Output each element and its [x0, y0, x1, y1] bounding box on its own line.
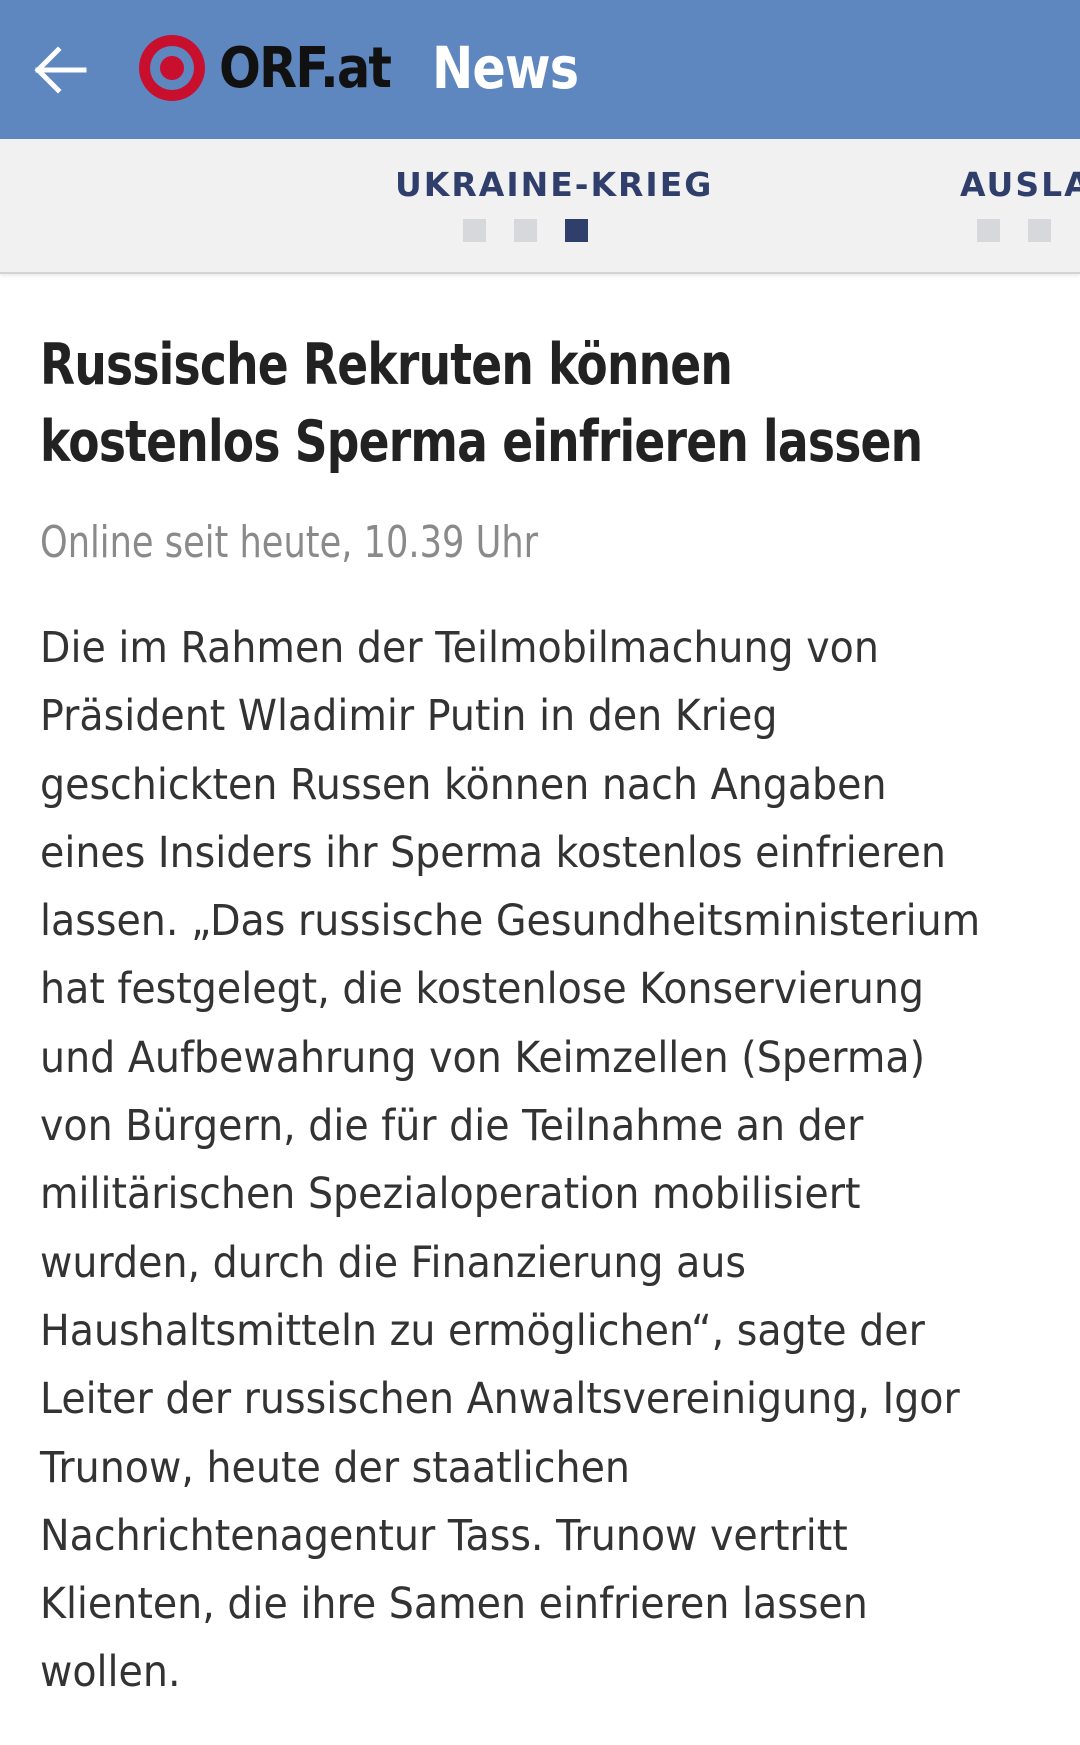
- section-title: News: [432, 34, 579, 102]
- category-carousel[interactable]: UKRAINE-KRIEG AUSLA: [0, 139, 1080, 274]
- page-indicator-dot: [514, 219, 537, 242]
- article-screen: ORF.at News UKRAINE-KRIEG AUSLA Russisch…: [0, 0, 1080, 1745]
- page-indicator-next: [977, 219, 1051, 242]
- page-indicator-dot: [977, 219, 1000, 242]
- orf-target-icon: [139, 35, 205, 101]
- page-indicator-dot: [463, 219, 486, 242]
- arrow-left-icon: [34, 46, 87, 94]
- page-indicator-dot: [1028, 219, 1051, 242]
- article-dateline: Online seit heute, 10.39 Uhr: [40, 517, 539, 568]
- page-indicator-dot-current: [565, 219, 588, 242]
- article-headline: Russische Rekruten können kostenlos Sper…: [40, 332, 923, 475]
- category-tab-next[interactable]: AUSLA: [960, 165, 1080, 204]
- article-body: Die im Rahmen der Teilmobilmachung von P…: [40, 623, 981, 1698]
- back-button[interactable]: [28, 38, 92, 102]
- orf-logo[interactable]: ORF.at: [137, 30, 414, 106]
- logo-text: ORF.at: [219, 35, 392, 101]
- page-indicator-active: [463, 219, 588, 242]
- category-tab-active[interactable]: UKRAINE-KRIEG: [395, 165, 713, 204]
- app-bar: ORF.at News: [0, 0, 1080, 139]
- article: Russische Rekruten können kostenlos Sper…: [40, 272, 1040, 1697]
